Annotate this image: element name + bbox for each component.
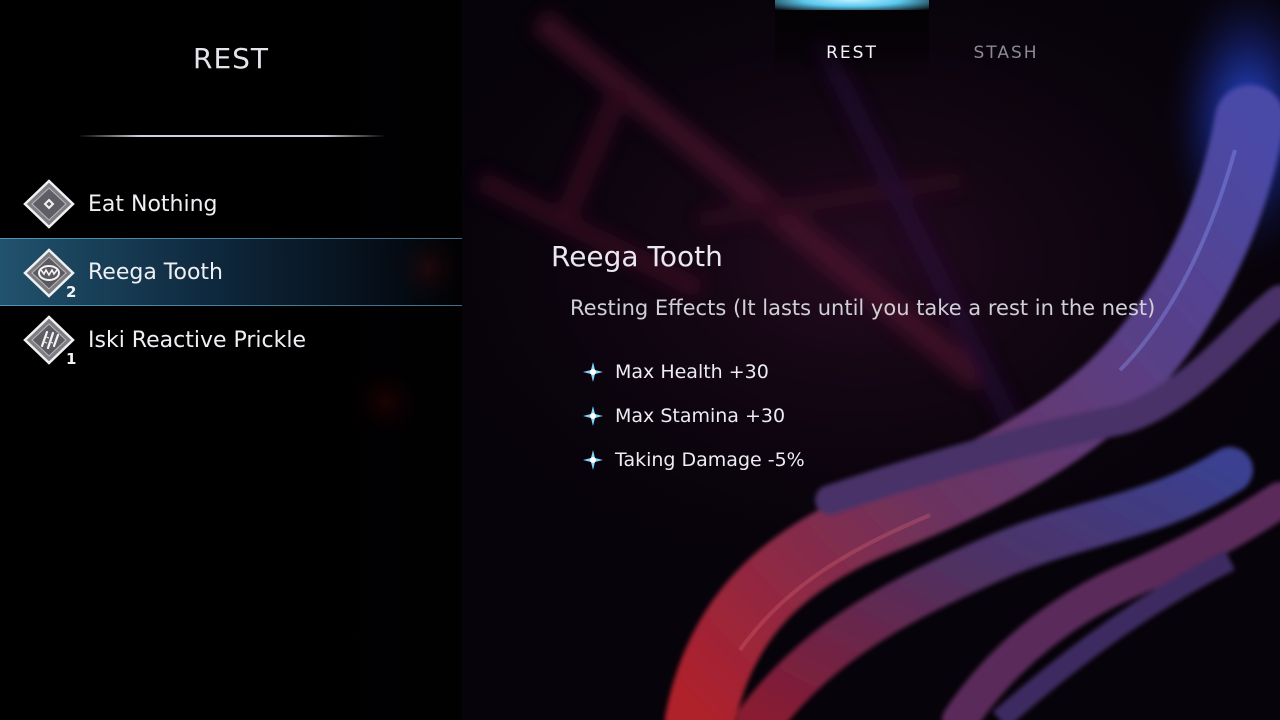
list-item-iski-reactive-prickle[interactable]: 1 Iski Reactive Prickle: [0, 306, 462, 374]
item-count: 2: [66, 283, 77, 301]
effect-item: Taking Damage -5%: [582, 438, 805, 482]
resting-effects-subtitle: Resting Effects (It lasts until you take…: [570, 296, 1156, 320]
tab-stash-label: STASH: [973, 43, 1039, 63]
sparkle-bullet-icon: [583, 406, 603, 426]
effect-text: Max Stamina +30: [615, 405, 786, 427]
effects-list: Max Health +30 Max Stamina +30 Taking Da…: [582, 350, 805, 482]
rest-nothing-icon: [23, 179, 75, 229]
item-label: Reega Tooth: [88, 259, 223, 285]
effect-item: Max Health +30: [582, 350, 805, 394]
active-tab-indicator: [775, 0, 929, 10]
tab-stash[interactable]: STASH: [929, 0, 1083, 80]
effect-item: Max Stamina +30: [582, 394, 805, 438]
tab-rest[interactable]: REST: [775, 0, 929, 80]
item-detail-title: Reega Tooth: [551, 240, 723, 273]
panel-title: REST: [192, 42, 270, 75]
sparkle-bullet-icon: [583, 362, 603, 382]
tab-rest-label: REST: [826, 43, 878, 63]
panel-divider: [78, 135, 386, 137]
list-item-eat-nothing[interactable]: Eat Nothing: [0, 170, 462, 238]
effect-text: Taking Damage -5%: [615, 449, 805, 471]
item-label: Iski Reactive Prickle: [88, 327, 307, 353]
item-count: 1: [66, 350, 77, 368]
rest-item-list: Eat Nothing 2 Reega Tooth 1 Iski Reactiv…: [0, 170, 462, 374]
item-label: Eat Nothing: [88, 191, 218, 217]
rest-menu-panel: REST Eat Nothing 2 Reega Tooth 1 Iski Re…: [0, 0, 462, 720]
list-item-reega-tooth[interactable]: 2 Reega Tooth: [0, 238, 462, 306]
effect-text: Max Health +30: [615, 361, 769, 383]
sparkle-bullet-icon: [583, 450, 603, 470]
